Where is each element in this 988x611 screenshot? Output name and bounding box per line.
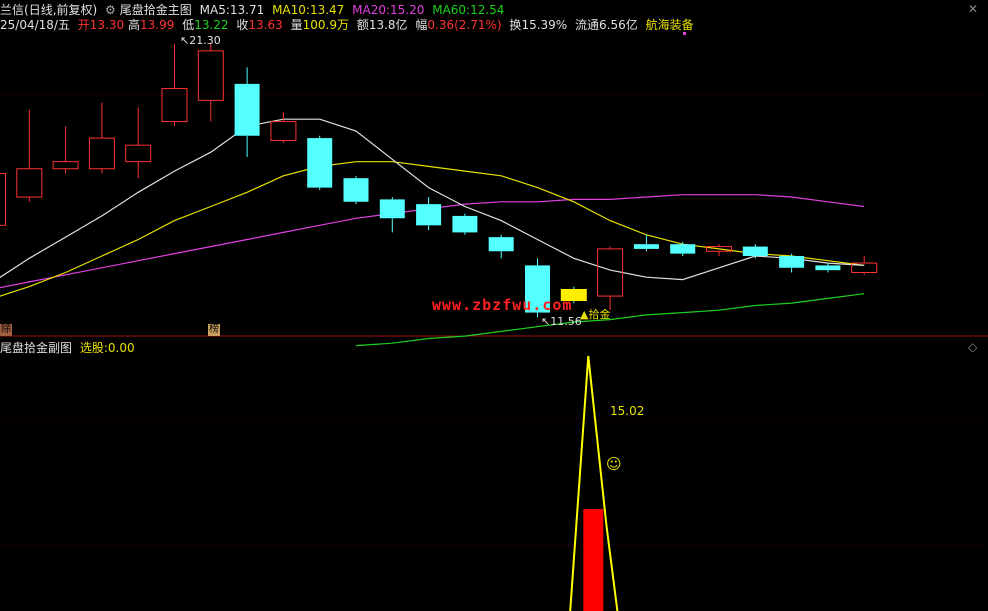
high-arrow-icon: ↖: [180, 34, 190, 47]
candle-body-10: [343, 178, 369, 202]
candle-body-18: [633, 244, 659, 249]
ma5-line: [0, 118, 865, 281]
candle-body-3: [88, 137, 115, 170]
candle-body-13: [452, 215, 478, 233]
candle-body-22: [779, 255, 805, 268]
low-price-label: 11.56: [550, 315, 582, 328]
candle-body-1: [16, 168, 43, 198]
candle-body-21: [742, 246, 768, 256]
candle-body-7: [234, 83, 260, 136]
candle-body-4: [125, 144, 152, 163]
candle-body-19: [670, 244, 696, 254]
badge-edge[interactable]: 除: [0, 324, 12, 336]
high-price-label: 21.30: [189, 34, 221, 47]
candle-body-17: [597, 248, 624, 297]
candle-body-0: [0, 172, 6, 226]
candle-body-9: [307, 138, 333, 188]
high-price-annotation: ↖21.30: [180, 34, 221, 47]
badge-left[interactable]: 榜: [208, 324, 220, 336]
marker-dot: [683, 32, 686, 35]
ma10-line: [0, 161, 865, 297]
candle-body-23: [815, 265, 841, 271]
signal-annotation: ▲拾金: [580, 306, 610, 322]
signal-bar: [583, 509, 604, 611]
watermark: www.zbzfwu.com: [432, 296, 573, 314]
candle-body-2: [52, 161, 79, 170]
candle-body-8: [270, 121, 297, 141]
smiley-icon: ☺: [606, 455, 622, 473]
sub-value-label: 15.02: [610, 404, 645, 418]
candle-body-6: [197, 50, 224, 101]
signal-label: 拾金: [588, 308, 611, 321]
candle-body-11: [379, 199, 405, 219]
candle-body-5: [161, 88, 188, 123]
candle-body-14: [488, 237, 514, 252]
low-arrow-icon: ↖: [541, 315, 551, 328]
candle-body-12: [416, 204, 442, 226]
low-price-annotation: ↖11.56: [541, 315, 582, 328]
